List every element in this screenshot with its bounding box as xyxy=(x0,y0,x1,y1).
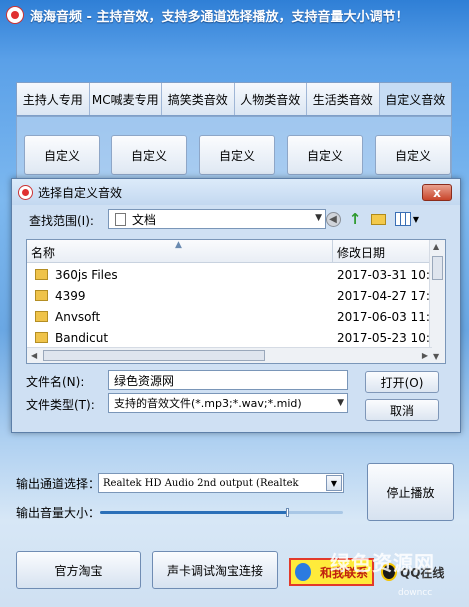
new-folder-icon xyxy=(370,213,386,225)
channel-select[interactable]: Realtek HD Audio 2nd output (Realtek ▼ xyxy=(98,473,344,493)
cancel-button[interactable]: 取消 xyxy=(365,399,439,421)
channel-value: Realtek HD Audio 2nd output (Realtek xyxy=(103,477,299,489)
channel-label: 输出通道选择： xyxy=(16,477,101,491)
watermark-sub: downcc xyxy=(398,588,433,598)
sort-up-icon: ▲ xyxy=(175,240,182,250)
chevron-down-icon: ▼ xyxy=(315,213,322,223)
scroll-right-icon[interactable]: ▶ xyxy=(422,351,428,360)
dialog-title: 选择自定义音效 xyxy=(38,185,123,200)
soundcard-taobao-link-button[interactable]: 声卡调试淘宝连接 xyxy=(152,551,278,589)
app-title: 海海音频 - 主持音效，支持多通道选择播放，支持音量大小调节！ xyxy=(30,9,409,25)
title-bar: 海海音频 - 主持音效，支持多通道选择播放，支持音量大小调节！ xyxy=(0,0,469,30)
tab-host[interactable]: 主持人专用 xyxy=(17,83,90,115)
view-menu-button[interactable]: ▼ xyxy=(392,211,422,227)
volume-label: 输出音量大小： xyxy=(16,506,101,520)
folder-icon xyxy=(35,290,48,301)
folder-icon xyxy=(35,311,48,322)
volume-slider-fill xyxy=(100,511,288,514)
view-icon xyxy=(394,212,411,226)
custom-sound-button-1[interactable]: 自定义 xyxy=(24,135,100,175)
official-taobao-button[interactable]: 官方淘宝 xyxy=(16,551,141,589)
document-icon xyxy=(115,212,126,226)
list-item[interactable]: 4399 2017-04-27 17:3 xyxy=(27,285,438,306)
file-name: 360js Files xyxy=(55,267,118,282)
folder-icon xyxy=(35,332,48,343)
filetype-value: 支持的音效文件(*.mp3;*.wav;*.mid) xyxy=(114,397,302,410)
file-list-header: 名称 ▲ 修改日期 xyxy=(27,240,432,263)
file-list: 名称 ▲ 修改日期 360js Files 2017-03-31 10: 439… xyxy=(26,239,446,364)
custom-sound-button-2[interactable]: 自定义 xyxy=(111,135,187,175)
chevron-down-icon: ▼ xyxy=(337,398,344,408)
category-tabs: 主持人专用 MC喊麦专用 搞笑类音效 人物类音效 生活类音效 自定义音效 xyxy=(16,82,452,116)
scroll-left-icon[interactable]: ◀ xyxy=(31,351,37,360)
horizontal-scrollbar[interactable]: ◀ ▶ xyxy=(27,347,432,363)
file-date: 2017-06-03 11:5 xyxy=(337,309,438,324)
back-button[interactable]: ◀ xyxy=(324,211,342,227)
file-date: 2017-05-23 10:2 xyxy=(337,330,438,345)
dialog-app-icon xyxy=(18,184,33,200)
horizontal-scroll-thumb[interactable] xyxy=(43,350,265,361)
filetype-label: 文件类型(T): xyxy=(26,398,95,412)
custom-sound-button-3[interactable]: 自定义 xyxy=(199,135,275,175)
file-name: 4399 xyxy=(55,288,86,303)
lookin-label: 查找范围(I): xyxy=(29,214,94,228)
filename-label: 文件名(N): xyxy=(26,375,85,389)
vertical-scroll-thumb[interactable] xyxy=(432,256,443,280)
column-date[interactable]: 修改日期 xyxy=(337,244,385,261)
dialog-title-bar: 选择自定义音效 x xyxy=(12,179,460,205)
column-divider[interactable] xyxy=(332,240,333,262)
filename-input[interactable]: 绿色资源网 xyxy=(108,370,348,390)
up-arrow-icon: ↑ xyxy=(348,210,362,228)
file-name: Bandicut xyxy=(55,330,109,345)
tab-custom[interactable]: 自定义音效 xyxy=(379,83,451,115)
custom-sound-button-4[interactable]: 自定义 xyxy=(287,135,363,175)
scroll-down-icon[interactable]: ▼ xyxy=(433,352,439,361)
list-item[interactable]: 360js Files 2017-03-31 10: xyxy=(27,264,432,285)
stop-playback-button[interactable]: 停止播放 xyxy=(367,463,454,521)
chevron-down-icon[interactable]: ▼ xyxy=(326,475,342,491)
file-date: 2017-03-31 10: xyxy=(337,267,430,282)
file-date: 2017-04-27 17:3 xyxy=(337,288,438,303)
tab-funny[interactable]: 搞笑类音效 xyxy=(162,83,235,115)
close-button[interactable]: x xyxy=(422,184,452,201)
tab-life[interactable]: 生活类音效 xyxy=(307,83,380,115)
open-button[interactable]: 打开(O) xyxy=(365,371,439,393)
scroll-up-icon[interactable]: ▲ xyxy=(433,242,439,251)
file-name: Anvsoft xyxy=(55,309,101,324)
back-arrow-icon: ◀ xyxy=(325,211,341,227)
up-folder-button[interactable]: ↑ xyxy=(346,210,364,228)
chevron-down-icon: ▼ xyxy=(412,214,420,224)
folder-icon xyxy=(35,269,48,280)
app-logo-icon xyxy=(6,6,24,24)
tab-mc[interactable]: MC喊麦专用 xyxy=(89,83,162,115)
volume-slider-handle[interactable] xyxy=(286,508,290,517)
list-item[interactable]: Bandicut 2017-05-23 10:2 xyxy=(27,327,438,348)
custom-sound-button-5[interactable]: 自定义 xyxy=(375,135,451,175)
new-folder-button[interactable] xyxy=(369,211,387,227)
volume-slider[interactable] xyxy=(100,508,343,517)
lookin-dropdown[interactable]: 文档 ▼ xyxy=(108,209,326,229)
column-name[interactable]: 名称 xyxy=(31,244,55,261)
tab-people[interactable]: 人物类音效 xyxy=(234,83,307,115)
watermark-text: 绿色资源网 xyxy=(330,551,435,575)
filetype-select[interactable]: 支持的音效文件(*.mp3;*.wav;*.mid) ▼ xyxy=(108,393,348,413)
vertical-scrollbar[interactable]: ▲ ▼ xyxy=(429,240,445,363)
contact-person-icon xyxy=(295,563,311,581)
file-open-dialog: 选择自定义音效 x 查找范围(I): 文档 ▼ ◀ ↑ ▼ 名称 ▲ 修改日期 … xyxy=(11,178,461,433)
lookin-value: 文档 xyxy=(132,212,157,227)
list-item[interactable]: Anvsoft 2017-06-03 11:5 xyxy=(27,306,438,327)
